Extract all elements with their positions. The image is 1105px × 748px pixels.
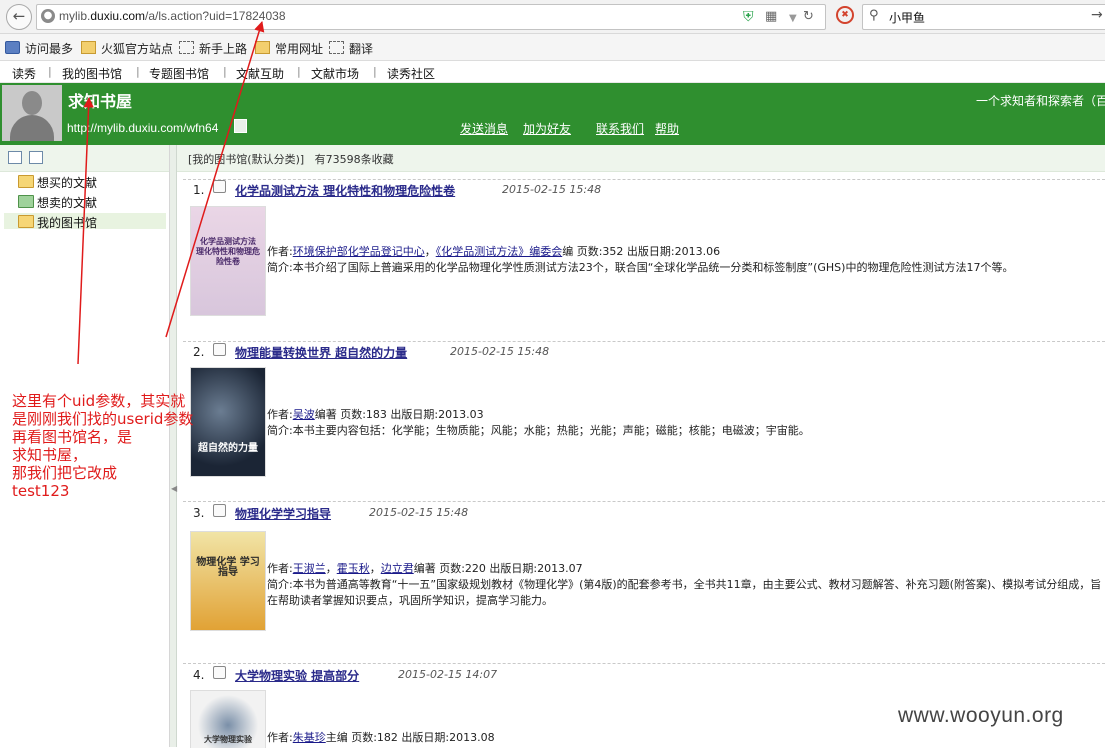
annotation-text: 这里有个uid参数，其实就 是刚刚我们找的userid参数 再看图书馆名，是 求… <box>12 392 212 500</box>
annotation-line: 是刚刚我们找的userid参数 <box>12 410 194 428</box>
watermark: www.wooyun.org <box>898 704 1064 727</box>
arrow-to-uid-param <box>165 20 265 338</box>
annotation-line: 那我们把它改成 <box>12 464 118 482</box>
annotation-line: test123 <box>12 482 70 500</box>
annotation-line: 再看图书馆名，是 <box>12 428 133 446</box>
annotation-arrows <box>77 20 265 365</box>
annotation-line: 求知书屋， <box>12 446 88 464</box>
annotation-line: 这里有个uid参数，其实就 <box>12 392 186 410</box>
arrow-to-library-name <box>77 96 94 365</box>
